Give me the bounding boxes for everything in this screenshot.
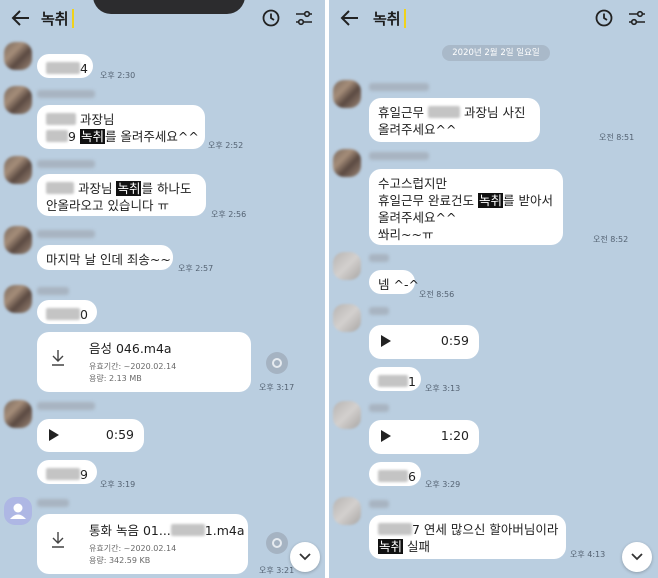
message-time: 오전 8:51: [599, 133, 635, 142]
voice-message[interactable]: 0:59: [369, 325, 479, 359]
share-icon[interactable]: [266, 532, 288, 554]
avatar[interactable]: [333, 252, 361, 280]
sender-name: [369, 152, 429, 160]
avatar[interactable]: [333, 304, 361, 332]
sender-name: [37, 90, 95, 98]
clock-icon[interactable]: [594, 8, 614, 28]
search-header: 녹취: [0, 0, 325, 38]
file-attachment[interactable]: 음성 046.m4a 유효기간: ~2020.02.14 용량: 2.13 MB: [37, 332, 251, 392]
message-time: 오후 2:30: [100, 71, 136, 80]
message-time: 오후 3:29: [425, 480, 461, 489]
message-time: 오전 8:56: [419, 290, 455, 299]
message-bubble: 수고스럽지만 휴일근무 완료건도 녹취를 받아서 올려주세요^^ 쏴리~~ㅠ: [369, 169, 563, 245]
message-bubble: 9: [37, 460, 97, 484]
sender-name: [369, 254, 389, 262]
default-user-icon: [10, 503, 26, 519]
message-bubble: 휴일근무 과장님 사진 올려주세요^^: [369, 98, 540, 142]
search-highlight: 녹취: [378, 539, 404, 554]
sender-name: [37, 499, 69, 507]
search-highlight: 녹취: [116, 181, 142, 196]
download-icon[interactable]: [51, 349, 65, 367]
avatar[interactable]: [333, 80, 361, 108]
sender-name: [37, 160, 95, 168]
avatar[interactable]: [4, 156, 32, 184]
avatar[interactable]: [333, 497, 361, 525]
settings-sliders-icon[interactable]: [294, 8, 314, 28]
file-name: 통화 녹음 01... 1.m4a: [89, 523, 245, 538]
play-icon[interactable]: [381, 335, 391, 347]
file-expiry: 유효기간: ~2020.02.14: [89, 362, 177, 371]
blurred-text: [46, 62, 80, 74]
message-bubble: 마지막 날 인데 죄송~~: [37, 245, 173, 270]
message-time: 오후 3:21: [259, 566, 295, 575]
message-time: 오후 2:52: [208, 141, 244, 150]
search-header: 녹취: [329, 0, 658, 38]
avatar[interactable]: [4, 400, 32, 428]
file-name: 음성 046.m4a: [89, 341, 172, 356]
text-cursor: [404, 9, 406, 28]
message-bubble: 1: [369, 367, 421, 391]
avatar[interactable]: [333, 401, 361, 429]
message-time: 오후 3:17: [259, 383, 295, 392]
message-time: 오후 4:13: [570, 550, 606, 559]
play-icon[interactable]: [381, 430, 391, 442]
file-size: 용량: 2.13 MB: [89, 374, 142, 383]
sender-name: [37, 402, 95, 410]
clock-icon[interactable]: [261, 8, 281, 28]
avatar[interactable]: [4, 226, 32, 254]
voice-message[interactable]: 1:20: [369, 420, 479, 454]
message-bubble: 넴 ^-^: [369, 270, 419, 294]
file-attachment[interactable]: 통화 녹음 01... 1.m4a 유효기간: ~2020.02.14 용량: 3…: [37, 514, 248, 574]
chevron-down-icon: [299, 553, 311, 561]
message-time: 오후 3:13: [425, 384, 461, 393]
back-arrow-icon[interactable]: [340, 7, 360, 29]
sender-name: [37, 287, 69, 295]
message-time: 오후 3:19: [100, 480, 136, 489]
scroll-down-button[interactable]: [622, 542, 652, 572]
avatar[interactable]: [4, 285, 32, 313]
chevron-down-icon: [631, 553, 643, 561]
message-time: 오후 2:57: [178, 264, 214, 273]
avatar[interactable]: [4, 42, 32, 70]
sender-name: [37, 230, 95, 238]
message-bubble: 과장님 9 녹취를 올려주세요^^: [37, 105, 205, 149]
sender-name: [369, 500, 389, 508]
message-time: 오전 8:52: [593, 235, 629, 244]
file-expiry: 유효기간: ~2020.02.14: [89, 544, 177, 553]
share-icon[interactable]: [266, 352, 288, 374]
message-bubble: 7 연세 많으신 할아버님이라 녹취 실패: [369, 515, 566, 559]
message-bubble: 0: [37, 300, 97, 324]
back-arrow-icon[interactable]: [11, 7, 31, 29]
search-query[interactable]: 녹취: [41, 8, 69, 29]
search-highlight: 녹취: [477, 193, 503, 208]
avatar[interactable]: [4, 497, 32, 525]
message-bubble: 과장님 녹취를 하나도 안올라오고 있습니다 ㅠ: [37, 174, 206, 216]
voice-duration: 0:59: [440, 333, 469, 348]
date-divider: 2020년 2월 2일 일요일: [442, 45, 550, 61]
search-highlight: 녹취: [79, 129, 105, 144]
voice-duration: 1:20: [440, 428, 469, 443]
settings-sliders-icon[interactable]: [627, 8, 647, 28]
message-time: 오후 2:56: [211, 210, 247, 219]
voice-duration: 0:59: [105, 427, 134, 442]
avatar[interactable]: [4, 86, 32, 114]
avatar[interactable]: [333, 149, 361, 177]
sender-name: [369, 404, 389, 412]
voice-message[interactable]: 0:59: [37, 419, 144, 452]
message-bubble: 4: [37, 54, 93, 78]
search-query[interactable]: 녹취: [373, 8, 401, 29]
download-icon[interactable]: [51, 531, 65, 549]
file-size: 용량: 342.59 KB: [89, 556, 151, 565]
scroll-down-button[interactable]: [290, 542, 320, 572]
play-icon[interactable]: [49, 429, 59, 441]
message-bubble: 6: [369, 462, 421, 486]
sender-name: [369, 83, 429, 91]
chat-panel-left: 녹취 4 오후 2:30 과장님 9 녹취를 올려주세요^^ 오후 2:52 과…: [0, 0, 325, 578]
chat-panel-right: 녹취 2020년 2월 2일 일요일 휴일근무 과장님 사진 올려주세요^^ 오…: [329, 0, 658, 578]
sender-name: [369, 307, 389, 315]
text-cursor: [72, 9, 74, 28]
